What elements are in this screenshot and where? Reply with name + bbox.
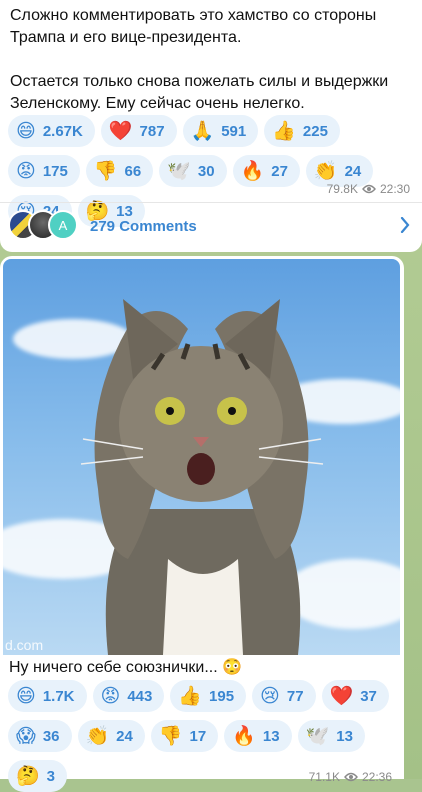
reaction-emoji: 🔥 (232, 724, 256, 747)
reaction-count: 13 (336, 727, 353, 745)
reaction-emoji: 😱 (16, 724, 36, 747)
reaction-emoji: 😢 (260, 684, 280, 707)
reaction-chip[interactable]: 🤔 3 (8, 760, 68, 792)
reaction-emoji: 🕊️ (167, 159, 191, 182)
reaction-emoji: 👏 (85, 724, 110, 747)
reaction-count: 195 (209, 687, 235, 705)
reaction-count: 175 (42, 162, 68, 180)
reaction-chip[interactable]: 👍 195 (170, 680, 247, 712)
reaction-count: 77 (286, 687, 304, 705)
reaction-count: 225 (302, 122, 328, 140)
reaction-chip[interactable]: 🔥 13 (224, 720, 292, 752)
reaction-chip[interactable]: 😄 1.7K (8, 680, 87, 712)
reaction-chip[interactable]: ❤️ 787 (100, 115, 177, 147)
avatar: A (48, 210, 78, 240)
reaction-count: 13 (262, 727, 280, 745)
message-meta: 71.1K 22:36 (309, 770, 392, 784)
reaction-emoji: ❤️ (108, 119, 133, 142)
reaction-count: 36 (42, 727, 60, 745)
reaction-emoji: 🤔 (16, 764, 40, 787)
reaction-count: 2.67K (42, 122, 83, 140)
chevron-right-icon (400, 217, 410, 233)
eye-icon (362, 184, 376, 194)
message-time: 22:36 (361, 770, 392, 784)
reaction-chip[interactable]: 👎 66 (85, 155, 154, 187)
reaction-emoji: 🙏 (190, 119, 215, 142)
message-caption: Ну ничего себе союзнички... 😳 (9, 659, 243, 676)
reaction-count: 30 (197, 162, 215, 180)
reaction-chip[interactable]: 😢 77 (252, 680, 316, 712)
reaction-chip[interactable]: 🔥 27 (232, 155, 300, 187)
cat-illustration (80, 299, 324, 655)
reaction-chip[interactable]: 😱 36 (8, 720, 72, 752)
message-time: 22:30 (379, 182, 410, 196)
reaction-chip[interactable]: 👎 17 (150, 720, 219, 752)
reaction-count: 1.7K (42, 687, 75, 705)
comments-row[interactable]: A 279 Comments (0, 203, 422, 249)
comments-label[interactable]: 279 Comments (90, 218, 197, 235)
reaction-emoji: 👍 (178, 684, 203, 707)
cat-photo[interactable]: d.com (3, 259, 400, 655)
message-bubble: Сложно комментировать это хамство со сто… (0, 0, 422, 252)
view-count: 71.1K (308, 770, 340, 784)
reaction-count: 66 (124, 162, 142, 180)
reaction-chip[interactable]: 😡 175 (8, 155, 80, 187)
reaction-count: 787 (139, 122, 165, 140)
reaction-emoji: 👏 (313, 159, 338, 182)
message-meta: 79.8K 22:30 (327, 182, 410, 196)
reaction-count: 591 (221, 122, 247, 140)
reaction-emoji: 😄 (16, 684, 36, 707)
reaction-emoji: 👍 (272, 119, 296, 142)
message-text: Сложно комментировать это хамство со сто… (10, 7, 389, 112)
reaction-chip[interactable]: 🙏 591 (182, 115, 259, 147)
reaction-emoji: 👎 (158, 724, 183, 747)
image-watermark: d.com (5, 637, 44, 653)
message-bubble: d.com Ну ничего себе союзнички... 😳 😄 1.7… (0, 256, 404, 792)
reaction-chip[interactable]: 🕊️ 13 (297, 720, 365, 752)
commenter-avatars: A (8, 210, 80, 242)
reaction-count: 17 (189, 727, 207, 745)
reaction-emoji: 🔥 (240, 159, 265, 182)
reaction-count: 24 (116, 727, 133, 745)
reaction-count: 27 (271, 162, 288, 180)
reaction-emoji: 😡 (16, 159, 36, 182)
view-count: 79.8K (326, 182, 358, 196)
reaction-emoji: 👎 (93, 159, 118, 182)
reaction-count: 37 (360, 687, 377, 705)
reaction-chip[interactable]: 👏 24 (77, 720, 145, 752)
reaction-emoji: 😡 (100, 684, 121, 707)
reaction-count: 24 (344, 162, 362, 180)
eye-icon (344, 772, 358, 782)
reaction-chip[interactable]: 😡 443 (92, 680, 165, 712)
reaction-chip[interactable]: ❤️ 37 (321, 680, 389, 712)
reaction-chip[interactable]: 👍 225 (264, 115, 340, 147)
reaction-chip[interactable]: 🕊️ 30 (159, 155, 227, 187)
reaction-count: 443 (127, 687, 153, 705)
reaction-count: 3 (46, 767, 56, 785)
reaction-chip[interactable]: 😄 2.67K (8, 115, 95, 147)
reaction-emoji: 😄 (16, 119, 36, 142)
reaction-emoji: ❤️ (329, 684, 354, 707)
reaction-emoji: 🕊️ (305, 724, 330, 747)
